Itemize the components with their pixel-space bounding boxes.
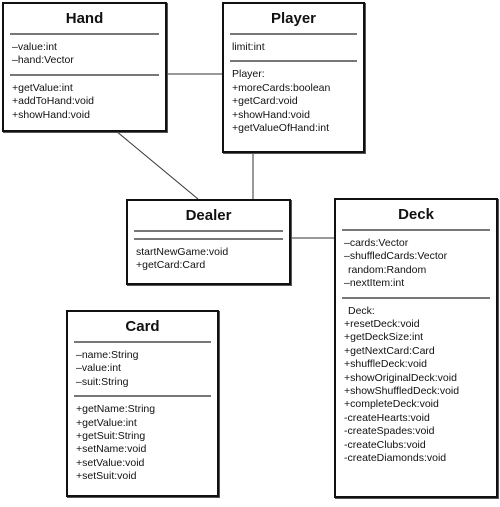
- operation: startNewGame:void: [136, 246, 229, 258]
- attributes: limit:int: [224, 35, 363, 60]
- class-name: Deck: [398, 206, 434, 223]
- operation: -createDiamonds:void: [344, 452, 447, 465]
- class-name: Dealer: [185, 207, 232, 224]
- operation: +setValue:void: [76, 456, 145, 469]
- operation: +getCard:void: [232, 95, 298, 108]
- operation: +setSuit:void: [76, 470, 137, 483]
- operation: +completeDeck:void: [344, 398, 439, 411]
- attribute: limit:int: [232, 41, 265, 53]
- operation: -createHearts:void: [344, 411, 430, 424]
- attribute: –cards:Vector: [344, 237, 409, 249]
- operation: +getValueOfHand:int: [232, 122, 329, 135]
- attributes: –cards:Vector –shuffledCards:Vector rand…: [336, 231, 496, 297]
- attribute: –value:int: [12, 41, 57, 53]
- class-hand: Hand –value:int –hand:Vector +getValue:i…: [2, 2, 167, 132]
- attribute: –hand:Vector: [12, 54, 74, 67]
- attribute: –name:String: [76, 349, 139, 361]
- operations: Player: +moreCards:boolean +getCard:void…: [224, 62, 363, 141]
- attribute: –suit:String: [76, 375, 129, 388]
- operation: +showHand:void: [12, 108, 90, 121]
- operation: +getValue:int: [12, 81, 73, 94]
- operation: Deck:: [348, 304, 375, 317]
- operation: +setName:void: [76, 443, 147, 456]
- operation: +getDeckSize:int: [344, 331, 424, 344]
- operation: +getName:String: [76, 403, 156, 416]
- operation: +shuffleDeck:void: [344, 358, 427, 371]
- class-card: Card –name:String –value:int –suit:Strin…: [66, 310, 219, 497]
- attribute: random:Random: [348, 263, 427, 276]
- operation: +getCard:Card: [136, 259, 206, 272]
- attributes: –value:int –hand:Vector: [4, 35, 165, 74]
- operation: +getSuit:String: [76, 430, 146, 443]
- operation: +resetDeck:void: [344, 318, 420, 331]
- operation: +getNextCard:Card: [344, 344, 435, 357]
- class-name: Player: [270, 10, 317, 27]
- operations: +getValue:int +addToHand:void +showHand:…: [4, 76, 165, 128]
- attributes: –name:String –value:int –suit:String: [68, 343, 217, 395]
- class-deck: Deck –cards:Vector –shuffledCards:Vector…: [334, 198, 498, 498]
- attribute: –nextItem:int: [344, 277, 405, 290]
- operation: -createSpades:void: [344, 425, 435, 438]
- class-dealer: Dealer startNewGame:void +getCard:Card: [126, 199, 291, 285]
- attribute: –shuffledCards:Vector: [344, 250, 448, 263]
- operation: +addToHand:void: [12, 95, 95, 108]
- class-name: Card: [125, 318, 160, 335]
- operation: +showHand:void: [232, 108, 310, 121]
- operation: +getValue:int: [76, 416, 137, 429]
- attribute: –value:int: [76, 362, 121, 375]
- class-player: Player limit:int Player: +moreCards:bool…: [222, 2, 365, 153]
- operation: +showShuffledDeck:void: [344, 385, 460, 398]
- operation: +moreCards:boolean: [232, 81, 331, 94]
- association-hand-dealer: [109, 125, 199, 200]
- operations: startNewGame:void +getCard:Card: [128, 240, 289, 279]
- operation: +showOriginalDeck:void: [344, 371, 457, 384]
- operations: Deck: +resetDeck:void +getDeckSize:int +…: [336, 299, 496, 472]
- operation: -createClubs:void: [344, 438, 426, 451]
- operations: +getName:String +getValue:int +getSuit:S…: [68, 397, 217, 489]
- class-name: Hand: [65, 10, 104, 27]
- operation: Player:: [232, 68, 265, 81]
